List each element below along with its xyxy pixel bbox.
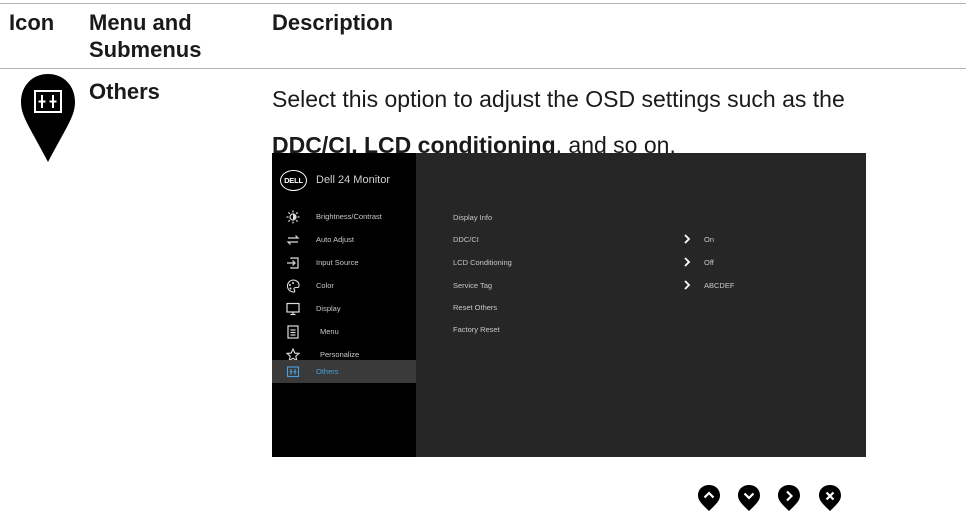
submenu-value: ABCDEF [704,281,735,290]
osd-menu-label: Others [316,367,339,376]
submenu-lcd-conditioning[interactable]: LCD Conditioning [453,258,512,267]
osd-menu-label: Brightness/Contrast [316,212,382,221]
down-button-icon[interactable] [737,484,761,512]
osd-menu-color[interactable]: Color [272,274,416,297]
submenu-ddc-ci[interactable]: DDC/CI [453,235,479,244]
others-pin-icon [21,74,75,162]
menu-icon [286,324,300,339]
chevron-right-icon [684,257,691,267]
osd-menu-others[interactable]: Others [272,360,416,383]
color-icon [286,278,300,293]
submenu-factory-reset[interactable]: Factory Reset [453,325,500,334]
chevron-right-icon [684,280,691,290]
header-menu-line1: Menu and [89,10,192,35]
header-rule [0,68,966,69]
submenu-value: On [704,235,715,244]
brightness-icon [286,210,300,224]
header-description: Description [272,10,394,35]
osd-menu-menu[interactable]: Menu [272,320,416,343]
osd-menu-label: Menu [320,327,339,336]
dell-logo: DELL [280,169,307,191]
chevron-right-icon [684,234,691,244]
description-part1: Select this option to adjust the OSD set… [272,86,845,112]
osd-menu-label: Auto Adjust [316,235,354,244]
header-icon: Icon [9,10,55,35]
submenu-value: Off [704,258,714,267]
auto-adjust-icon [286,233,300,247]
header-menu-line2: Submenus [89,37,202,62]
display-icon [286,302,300,316]
up-button-icon[interactable] [697,484,721,512]
top-rule [0,3,966,4]
menu-name-others: Others [89,79,160,104]
osd-submenu-panel: Display Info DDC/CI On LCD Conditioning … [416,153,866,457]
close-button-icon[interactable] [818,484,842,512]
osd-menu-input-source[interactable]: Input Source [272,251,416,274]
osd-screenshot: DELL Dell 24 Monitor Brightness/Contrast… [272,153,866,457]
monitor-model: Dell 24 Monitor [316,174,390,186]
others-icon [286,365,300,379]
osd-menu-brightness[interactable]: Brightness/Contrast [272,205,416,228]
osd-menu-label: Personalize [320,350,360,359]
right-button-icon[interactable] [777,484,801,512]
osd-menu-label: Display [316,304,341,313]
header-menu-submenus: Menu and Submenus [89,9,201,63]
osd-sidebar: DELL Dell 24 Monitor Brightness/Contrast… [272,153,416,457]
input-source-icon [286,256,300,270]
osd-brand: DELL Dell 24 Monitor [280,169,390,191]
osd-menu-label: Color [316,281,334,290]
osd-menu-label: Input Source [316,258,359,267]
osd-menu-auto-adjust[interactable]: Auto Adjust [272,228,416,251]
submenu-reset-others[interactable]: Reset Others [453,303,497,312]
submenu-service-tag[interactable]: Service Tag [453,281,492,290]
osd-menu-display[interactable]: Display [272,297,416,320]
submenu-display-info[interactable]: Display Info [453,213,492,222]
